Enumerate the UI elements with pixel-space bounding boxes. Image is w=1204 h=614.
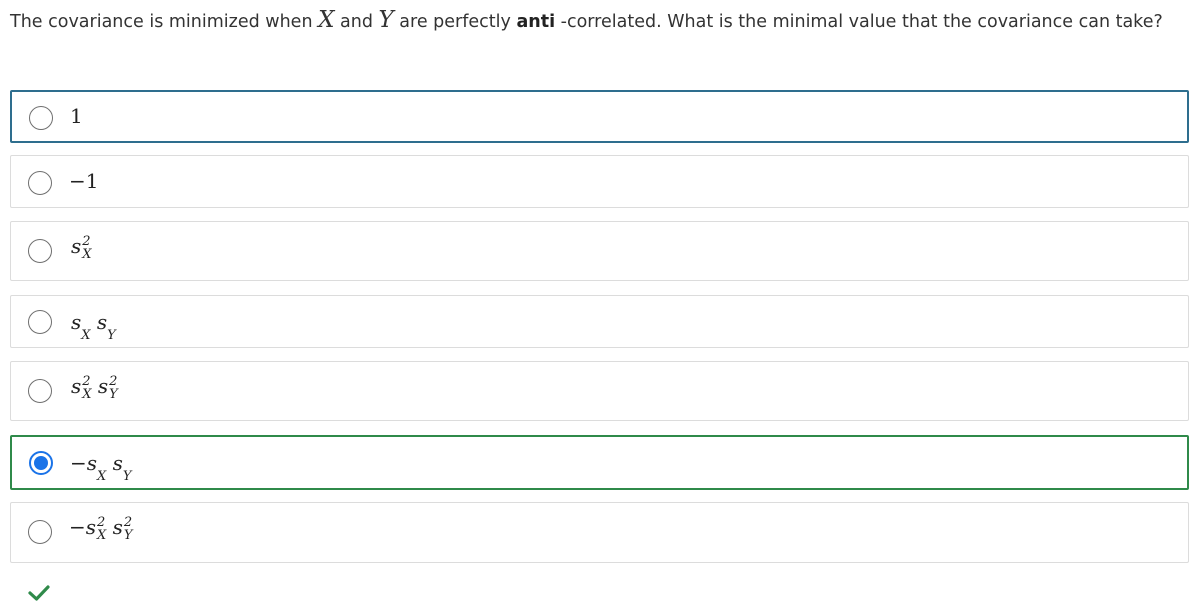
math-exponent: 2 [123, 514, 133, 530]
math-variable-s: s [97, 374, 109, 398]
question-text-part: are perfectly [393, 12, 517, 32]
radio-button[interactable] [28, 379, 52, 403]
answer-option[interactable]: −1 [10, 155, 1189, 208]
radio-button[interactable] [28, 171, 52, 195]
option-label: sX sY [71, 310, 116, 342]
math-variable-x: X [318, 7, 335, 33]
question-text: The covariance is minimized when X and Y… [10, 6, 1194, 36]
answer-option[interactable]: s2X [10, 221, 1189, 281]
math-variable-s: s [112, 451, 123, 475]
option-label: s2X s2Y [71, 374, 118, 401]
option-label: −sX sY [70, 451, 132, 483]
question-text-part: The covariance is minimized when [10, 12, 319, 32]
math-subscript: Y [123, 527, 133, 543]
math-variable-s: s [71, 310, 82, 334]
math-variable-s: s [71, 374, 82, 398]
option-label: −s 2 X s2Y [69, 515, 133, 542]
answer-option[interactable]: s2X s2Y [10, 361, 1189, 421]
math-variable-y: Y [378, 7, 394, 33]
math-exponent: 2 [82, 233, 91, 249]
answer-option-selected[interactable]: −sX sY [10, 435, 1189, 490]
math-subscript: X [81, 328, 91, 343]
math-subscript: Y [107, 328, 116, 343]
math-minus: − [69, 515, 86, 539]
math-minus: − [70, 451, 87, 475]
radio-button[interactable] [28, 239, 52, 263]
checkmark-icon [28, 585, 50, 601]
radio-button[interactable] [28, 520, 52, 544]
answer-option[interactable]: sX sY [10, 295, 1189, 348]
math-exponent: 2 [97, 514, 106, 530]
radio-button[interactable] [29, 106, 53, 130]
question-text-part: and [334, 12, 379, 32]
math-variable-s: s [86, 451, 98, 475]
radio-button-selected[interactable] [29, 451, 53, 475]
math-minus: − [69, 169, 86, 193]
math-subscript: Y [109, 386, 118, 402]
math-variable-s: s [71, 234, 82, 258]
question-emphasis: anti [516, 12, 556, 32]
math-number: 1 [85, 169, 99, 193]
math-exponent: 2 [82, 373, 91, 389]
radio-button[interactable] [28, 310, 52, 334]
answer-option[interactable]: 1 [10, 90, 1189, 143]
math-subscript: X [97, 469, 107, 484]
option-label: s2X [71, 234, 92, 261]
math-subscript: X [97, 527, 107, 543]
option-label: 1 [70, 104, 83, 128]
math-subscript: X [82, 386, 92, 402]
math-variable-s: s [96, 310, 108, 334]
math-subscript: Y [122, 469, 132, 484]
math-variable-s: s [85, 515, 97, 539]
math-exponent: 2 [109, 373, 118, 389]
math-subscript: X [82, 246, 92, 262]
math-variable-s: s [112, 515, 123, 539]
answer-option[interactable]: −s 2 X s2Y [10, 502, 1189, 563]
option-label: −1 [69, 169, 99, 193]
math-number: 1 [70, 104, 83, 128]
question-text-part: -correlated. What is the minimal value t… [555, 12, 1163, 32]
